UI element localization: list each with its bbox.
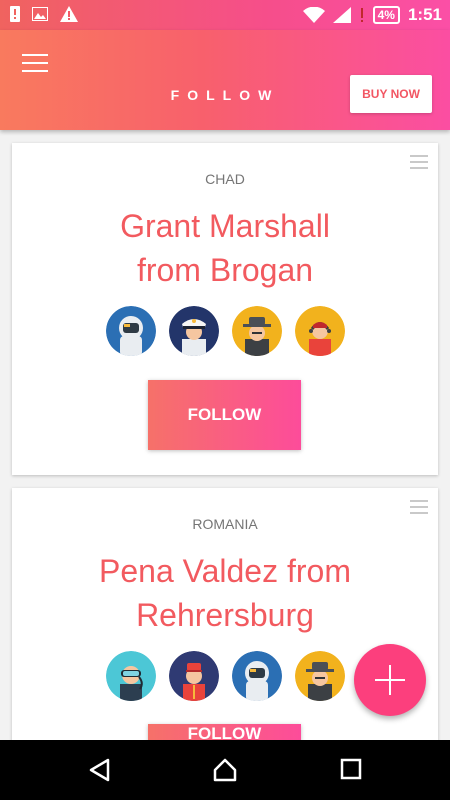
card-title: Pena Valdez from Rehrersburg <box>12 549 438 637</box>
menu-icon[interactable] <box>22 54 48 72</box>
card-title-line: Grant Marshall <box>120 208 330 244</box>
bellhop-avatar[interactable] <box>168 651 219 701</box>
astronaut-avatar[interactable] <box>105 306 156 356</box>
warning-notification-icon <box>60 6 78 22</box>
battery-indicator: 4% <box>372 6 400 24</box>
status-bar: 4% 1:51 <box>0 0 450 30</box>
buy-now-button[interactable]: BUY NOW <box>350 75 432 113</box>
astronaut-avatar[interactable] <box>231 651 282 701</box>
card-title: Grant Marshall from Brogan <box>12 204 438 292</box>
card-country: ROMANIA <box>192 516 258 532</box>
detective-avatar[interactable] <box>294 651 345 701</box>
cell-signal-icon <box>332 7 351 23</box>
app-bar: FOLLOW BUY NOW <box>0 30 450 130</box>
diver-avatar[interactable] <box>105 651 156 701</box>
card-title-line: from Brogan <box>136 252 314 288</box>
wifi-icon <box>302 7 325 23</box>
battery-alert-icon <box>360 8 363 22</box>
support-agent-avatar[interactable] <box>294 306 345 356</box>
follow-button[interactable]: FOLLOW <box>148 380 301 450</box>
card-country: CHAD <box>205 171 245 187</box>
home-icon[interactable] <box>212 758 238 782</box>
system-nav-bar <box>0 740 450 800</box>
plus-icon <box>375 665 405 695</box>
add-button[interactable] <box>354 644 426 716</box>
alert-notification-icon <box>10 6 20 22</box>
card-title-line: Rehrersburg <box>136 597 314 633</box>
captain-avatar[interactable] <box>168 306 219 356</box>
card-title-line: Pena Valdez from <box>99 553 351 589</box>
detective-avatar[interactable] <box>231 306 282 356</box>
back-icon[interactable] <box>88 758 112 782</box>
image-notification-icon <box>32 7 48 21</box>
avatar-group <box>12 306 438 356</box>
recents-icon[interactable] <box>340 758 362 780</box>
clock: 1:51 <box>407 5 442 24</box>
profile-card: CHAD Grant Marshall from Brogan FOLLOW <box>12 143 438 475</box>
